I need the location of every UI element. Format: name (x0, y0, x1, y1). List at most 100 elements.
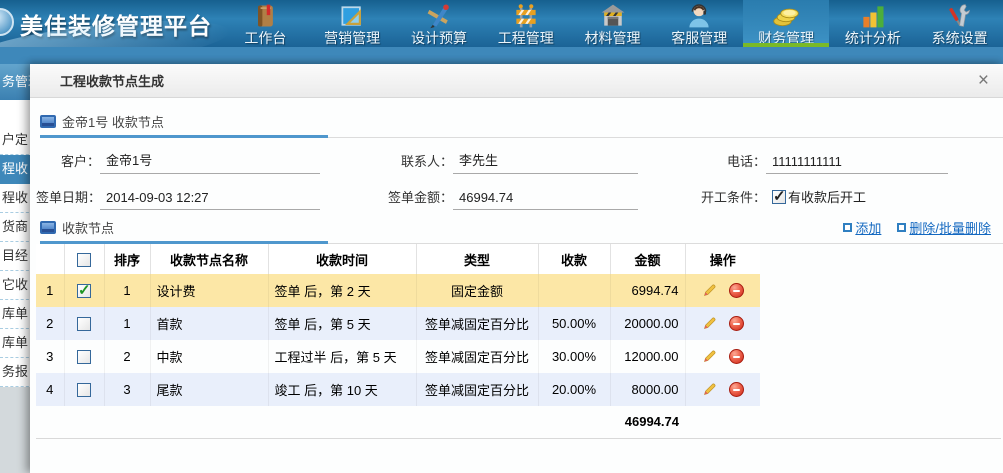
marketing-ruler-icon (338, 1, 366, 30)
contact-label: 联系人： (348, 151, 453, 174)
sign-date-value[interactable]: 2014-09-03 12:27 (100, 190, 320, 210)
start-condition-checkbox[interactable] (772, 190, 786, 204)
select-all-header (64, 244, 104, 274)
row-checkbox[interactable] (77, 350, 91, 364)
name-header: 收款节点名称 (150, 244, 268, 274)
nav-label: 系统设置 (932, 30, 988, 46)
contact-field: 联系人： 李先生 (348, 150, 678, 174)
total-amount: 46994.74 (610, 414, 685, 429)
table-actions: 添加 删除/批量删除 (843, 218, 991, 237)
row-checkbox[interactable] (77, 383, 91, 397)
sidebar-item[interactable]: 程收 (0, 184, 34, 213)
close-icon[interactable]: × (976, 72, 991, 90)
sign-date-field: 签单日期： 2014-09-03 12:27 (36, 187, 348, 210)
nav-label: 财务管理 (758, 30, 814, 46)
node-name: 中款 (150, 340, 268, 373)
table-row[interactable]: 3 2 中款 工程过半 后，第 5 天 签单减固定百分比 30.00% 1200… (36, 340, 760, 373)
phone-value[interactable]: 11111111111 (766, 154, 948, 174)
edit-pencil-icon[interactable] (702, 316, 717, 331)
delete-minus-icon[interactable] (729, 349, 744, 364)
delete-minus-icon[interactable] (729, 283, 744, 298)
sidebar-item[interactable]: 目经 (0, 242, 34, 271)
row-number: 3 (36, 340, 64, 373)
project-barrier-icon (512, 1, 540, 30)
nav-item-marketing[interactable]: 营销管理 (309, 0, 396, 47)
delete-minus-icon[interactable] (729, 382, 744, 397)
delete-nodes-link[interactable]: 删除/批量删除 (897, 218, 991, 237)
row-actions (685, 340, 760, 373)
node-type: 签单减固定百分比 (416, 307, 538, 340)
sidebar-item[interactable]: 库单 (0, 329, 34, 358)
table-row[interactable]: 4 3 尾款 竣工 后，第 10 天 签单减固定百分比 20.00% 8000.… (36, 373, 760, 406)
sidebar-footer (0, 387, 34, 473)
row-checkbox[interactable] (77, 284, 91, 298)
delete-minus-icon[interactable] (729, 316, 744, 331)
settings-tools-icon (946, 1, 974, 30)
node-amount: 12000.00 (610, 340, 685, 373)
monitor-icon (40, 221, 56, 234)
material-warehouse-icon (599, 1, 627, 30)
dialog-title: 工程收款节点生成 (60, 71, 976, 90)
select-all-checkbox[interactable] (77, 253, 91, 267)
row-number: 1 (36, 274, 64, 307)
row-checkbox[interactable] (77, 317, 91, 331)
service-agent-icon (685, 1, 713, 30)
nav-label: 统计分析 (845, 30, 901, 46)
type-header: 类型 (416, 244, 538, 274)
sidebar-item[interactable]: 它收 (0, 271, 34, 300)
add-node-link[interactable]: 添加 (843, 218, 881, 237)
sidebar-spacer (0, 100, 34, 126)
sidebar-item[interactable]: 货商 (0, 213, 34, 242)
main-menu: 工作台 营销管理 设计预算 工程管理 材料管理 (222, 0, 1003, 47)
contact-value[interactable]: 李先生 (453, 150, 638, 174)
workbench-book-icon (251, 1, 279, 30)
sidebar-item[interactable]: 务报 (0, 358, 34, 387)
nav-item-system-settings[interactable]: 系统设置 (916, 0, 1003, 47)
nodes-section-header: 收款节点 添加 删除/批量删除 (40, 214, 991, 240)
add-square-icon (843, 223, 852, 232)
node-name: 首款 (150, 307, 268, 340)
row-select-cell (64, 307, 104, 340)
node-order: 1 (104, 307, 150, 340)
nav-item-design-budget[interactable]: 设计预算 (396, 0, 483, 47)
delete-square-icon (897, 223, 906, 232)
node-time: 签单 后，第 2 天 (268, 274, 416, 307)
nav-item-material-management[interactable]: 材料管理 (569, 0, 656, 47)
sign-amount-value[interactable]: 46994.74 (453, 190, 638, 210)
finance-coins-icon (772, 1, 800, 30)
edit-pencil-icon[interactable] (702, 349, 717, 364)
sidebar-item[interactable]: 库单 (0, 300, 34, 329)
time-header: 收款时间 (268, 244, 416, 274)
nav-item-finance-management[interactable]: 财务管理 (743, 0, 830, 47)
design-pencil-icon (425, 1, 453, 30)
amount-header: 金额 (610, 244, 685, 274)
nav-item-customer-service[interactable]: 客服管理 (656, 0, 743, 47)
row-actions (685, 274, 760, 307)
table-row[interactable]: 2 1 首款 签单 后，第 5 天 签单减固定百分比 50.00% 20000.… (36, 307, 760, 340)
row-number: 4 (36, 373, 64, 406)
info-section-title: 金帝1号 收款节点 (62, 112, 164, 131)
node-type: 签单减固定百分比 (416, 373, 538, 406)
sidebar-item[interactable]: 户定 (0, 126, 34, 155)
row-select-cell (64, 340, 104, 373)
start-condition-field: 开工条件： 有收款后开工 (678, 187, 1003, 210)
node-amount: 20000.00 (610, 307, 685, 340)
nav-item-project-management[interactable]: 工程管理 (482, 0, 569, 47)
app-logo: 美佳装修管理平台 (0, 0, 222, 47)
page-header-strip (0, 47, 1003, 64)
sign-date-label: 签单日期： (36, 187, 100, 210)
node-time: 竣工 后，第 10 天 (268, 373, 416, 406)
customer-label: 客户： (36, 151, 100, 174)
payment-nodes-dialog: 工程收款节点生成 × 金帝1号 收款节点 客户： 金帝1号 联系人： 李先生 电… (30, 64, 1003, 473)
edit-pencil-icon[interactable] (702, 382, 717, 397)
nav-item-workbench[interactable]: 工作台 (222, 0, 309, 47)
phone-label: 电话： (678, 151, 766, 174)
percent-header: 收款 (538, 244, 610, 274)
node-type: 签单减固定百分比 (416, 340, 538, 373)
nav-item-statistics[interactable]: 统计分析 (829, 0, 916, 47)
table-row[interactable]: 1 1 设计费 签单 后，第 2 天 固定金额 6994.74 (36, 274, 760, 307)
customer-value[interactable]: 金帝1号 (100, 150, 320, 174)
sidebar-item-active[interactable]: 程收 (0, 155, 34, 184)
top-navigation-bar: 美佳装修管理平台 工作台 营销管理 设计预算 工程管理 (0, 0, 1003, 47)
edit-pencil-icon[interactable] (702, 283, 717, 298)
